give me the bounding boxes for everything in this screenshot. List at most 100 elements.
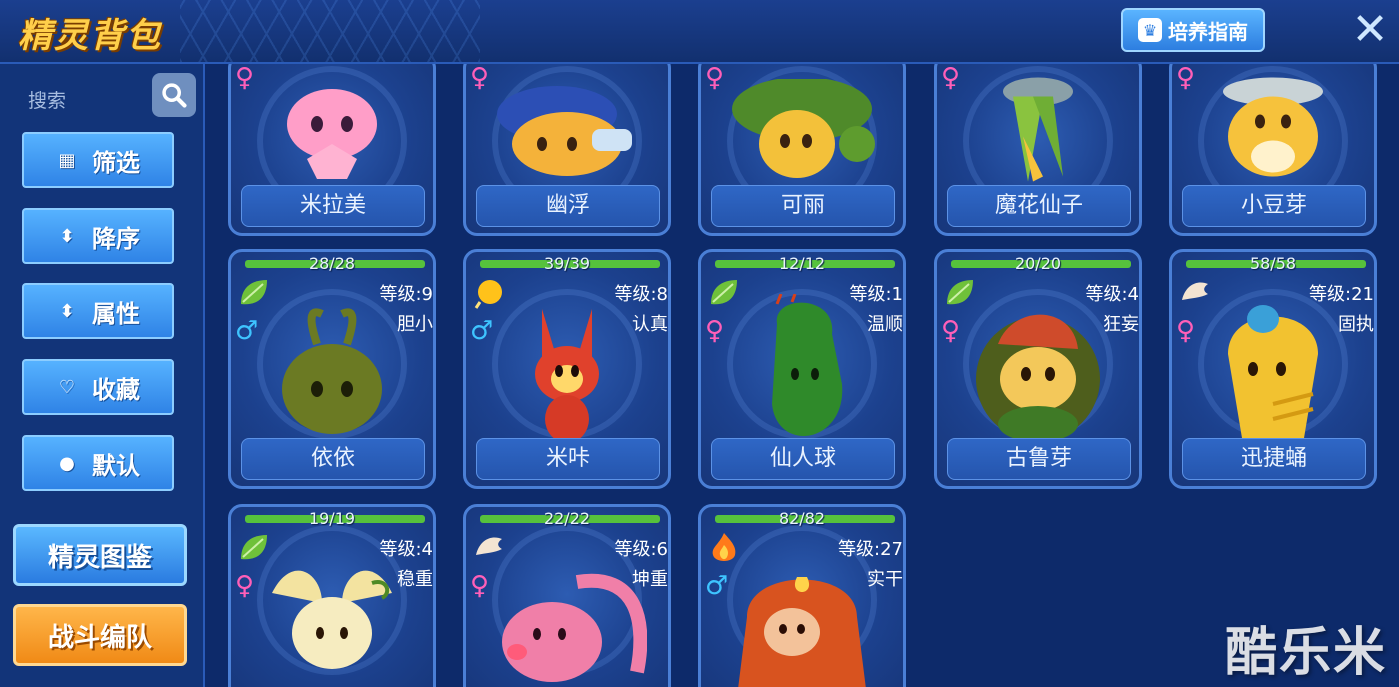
level-text: 等级:9 <box>379 284 433 305</box>
training-guide-label: 培养指南 <box>1168 19 1248 44</box>
spirit-card[interactable]: ♀ 小豆芽 <box>1169 64 1377 236</box>
spirit-sprite <box>497 86 632 177</box>
grass-element-icon <box>711 280 737 305</box>
sort-icon: ⬍ <box>59 225 75 247</box>
female-icon: ♀ <box>235 64 255 93</box>
search-icon <box>162 83 187 108</box>
spirit-name: 古鲁芽 <box>947 438 1131 480</box>
spirit-card[interactable]: 22/22 ♀ 等级:6 坤重 <box>463 504 671 687</box>
spirit-name: 米拉美 <box>241 185 425 227</box>
default-label: 默认 <box>92 451 140 480</box>
hp-text: 12/12 <box>778 254 826 273</box>
sidebar: 搜索 ▦ 筛选 ⬍ 降序 ⬍ 属性 ♡ 收藏 ● 默认 精灵图鉴 战斗编队 <box>0 64 205 687</box>
spirit-sprite <box>732 79 875 179</box>
hp-text: 19/19 <box>308 509 356 528</box>
spirit-card[interactable]: 28/28 ♂ 等级:9 胆小 依依 <box>228 249 436 489</box>
spirit-name: 小豆芽 <box>1182 185 1366 227</box>
favorites-button[interactable]: ♡ 收藏 <box>22 359 174 415</box>
spirit-card[interactable]: 39/39 ♂ 等级:8 认真 米咔 <box>463 249 671 489</box>
female-icon: ♀ <box>941 64 961 93</box>
spirit-name: 米咔 <box>476 438 660 480</box>
level-text: 等级:6 <box>614 539 668 560</box>
spirit-sprite <box>502 574 647 683</box>
sort-desc-button[interactable]: ⬍ 降序 <box>22 208 174 264</box>
spirit-card[interactable]: 12/12 ♀ 等级:1 温顺 仙人球 <box>698 249 906 489</box>
grass-element-icon <box>241 280 267 305</box>
attribute-label: 属性 <box>92 299 140 328</box>
training-guide-button[interactable]: ♛ 培养指南 <box>1121 8 1265 52</box>
female-icon: ♀ <box>1176 316 1196 346</box>
spirit-card[interactable]: 19/19 ♀ 等级:4 稳重 <box>228 504 436 687</box>
spirit-sprite <box>738 577 866 687</box>
level-text: 等级:8 <box>614 284 668 305</box>
hp-text: 20/20 <box>1014 254 1062 273</box>
nature-text: 胆小 <box>397 314 433 335</box>
nature-text: 固执 <box>1338 314 1374 335</box>
flame-head-icon: ♛ <box>1138 18 1162 42</box>
spirit-sprite <box>1223 77 1323 177</box>
filter-button[interactable]: ▦ 筛选 <box>22 132 174 188</box>
flame-head-icon: ● <box>59 452 75 474</box>
hp-text: 58/58 <box>1249 254 1297 273</box>
search-button[interactable] <box>152 73 196 117</box>
spirit-sprite <box>272 570 392 670</box>
light-element-icon <box>474 280 502 309</box>
grid-icon: ▦ <box>58 149 76 171</box>
male-icon: ♂ <box>705 571 729 601</box>
female-icon: ♀ <box>470 64 490 93</box>
spirit-sprite <box>976 314 1100 442</box>
spirit-card[interactable]: 58/58 ♀ 等级:21 固执 迅捷蛹 <box>1169 249 1377 489</box>
attribute-sort-button[interactable]: ⬍ 属性 <box>22 283 174 339</box>
battle-team-button[interactable]: 战斗编队 <box>13 604 187 666</box>
sort-icon: ⬍ <box>59 300 75 322</box>
spirit-card[interactable]: 20/20 ♀ 等级:4 狂妄 古鲁芽 <box>934 249 1142 489</box>
spirit-name: 迅捷蛹 <box>1182 438 1366 480</box>
codex-label: 精灵图鉴 <box>47 542 152 573</box>
spirit-sprite <box>287 89 377 180</box>
search-input[interactable]: 搜索 <box>28 86 66 113</box>
favorites-label: 收藏 <box>92 375 140 404</box>
male-icon: ♂ <box>235 316 259 346</box>
spirit-grid: ♀ 米拉美 ♀ 幽浮 ♀ 可丽 ♀ 魔花仙子 ♀ 小豆芽 28/28 ♂ 等级:… <box>206 64 1399 687</box>
spirit-sprite <box>535 308 599 443</box>
spirit-name: 可丽 <box>711 185 895 227</box>
spirit-name: 依依 <box>241 438 425 480</box>
male-icon: ♂ <box>470 316 494 346</box>
default-sort-button[interactable]: ● 默认 <box>22 435 174 491</box>
hp-text: 28/28 <box>308 254 356 273</box>
sort-desc-label: 降序 <box>92 224 140 253</box>
spirit-name: 仙人球 <box>711 438 895 480</box>
female-icon: ♀ <box>705 316 725 346</box>
page-title: 精灵背包 <box>18 16 162 56</box>
spirit-card[interactable]: ♀ 幽浮 <box>463 64 671 236</box>
spirit-sprite <box>1003 77 1073 182</box>
spirit-name: 魔花仙子 <box>947 185 1131 227</box>
female-icon: ♀ <box>235 571 255 601</box>
spirit-name: 幽浮 <box>476 185 660 227</box>
close-icon[interactable]: ✕ <box>1348 8 1392 52</box>
spirit-card[interactable]: ♀ 可丽 <box>698 64 906 236</box>
hp-text: 82/82 <box>778 509 826 528</box>
female-icon: ♀ <box>705 64 725 93</box>
female-icon: ♀ <box>941 316 961 346</box>
heart-icon: ♡ <box>58 376 76 398</box>
hp-text: 22/22 <box>543 509 591 528</box>
hex-pattern <box>180 0 480 62</box>
battle-team-label: 战斗编队 <box>47 622 152 653</box>
level-text: 等级:1 <box>849 284 903 305</box>
nature-text: 温顺 <box>867 314 903 335</box>
top-bar: 精灵背包 ♛ 培养指南 ✕ <box>0 0 1399 64</box>
watermark: 酷乐米 <box>1224 623 1387 683</box>
spirit-card[interactable]: 82/82 ♂ 等级:27 实干 <box>698 504 906 687</box>
spirit-card[interactable]: ♀ 米拉美 <box>228 64 436 236</box>
wing-element-icon <box>476 537 502 555</box>
codex-button[interactable]: 精灵图鉴 <box>13 524 187 586</box>
spirit-card[interactable]: ♀ 魔花仙子 <box>934 64 1142 236</box>
spirit-sprite <box>282 308 382 434</box>
female-icon: ♀ <box>1176 64 1196 93</box>
spirit-sprite <box>772 293 843 436</box>
nature-text: 稳重 <box>397 569 433 590</box>
hp-text: 39/39 <box>543 254 591 273</box>
filter-label: 筛选 <box>92 148 140 177</box>
spirit-sprite <box>1228 304 1318 444</box>
